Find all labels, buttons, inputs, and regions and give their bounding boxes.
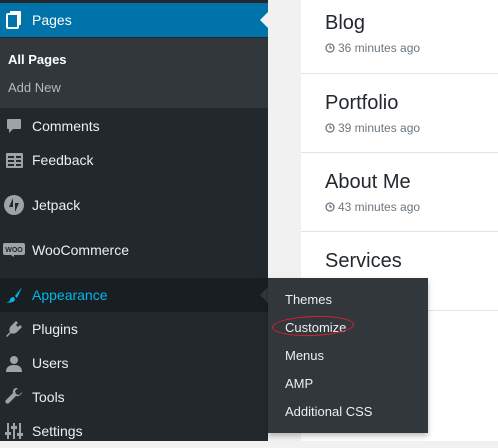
flyout-item-menus[interactable]: Menus xyxy=(285,348,324,363)
sidebar-item-label: WooCommerce xyxy=(32,242,129,258)
flyout-indicator xyxy=(260,287,268,303)
paintbrush-icon xyxy=(5,286,23,304)
clock-icon xyxy=(325,123,335,133)
sidebar-item-settings[interactable]: Settings xyxy=(0,414,268,448)
jetpack-icon xyxy=(4,195,24,215)
sidebar-item-label: Users xyxy=(32,355,69,371)
wrench-icon xyxy=(5,388,23,406)
flyout-item-amp[interactable]: AMP xyxy=(285,376,313,391)
sidebar-item-label: Pages xyxy=(32,12,72,28)
sidebar-item-tools[interactable]: Tools xyxy=(0,380,268,414)
current-indicator xyxy=(260,12,268,28)
sidebar-item-label: Tools xyxy=(32,389,65,405)
sidebar-item-label: Plugins xyxy=(32,321,78,337)
sidebar-item-appearance[interactable]: Appearance xyxy=(0,278,268,312)
post-time-text: 36 minutes ago xyxy=(338,41,421,55)
sidebar-item-woocommerce[interactable]: WOO WooCommerce xyxy=(0,233,268,267)
pages-submenu: All Pages Add New xyxy=(0,38,268,108)
woocommerce-icon: WOO xyxy=(3,241,25,259)
clock-icon xyxy=(325,43,335,53)
plugin-icon xyxy=(5,320,23,338)
sidebar-item-label: Comments xyxy=(32,118,100,134)
svg-text:WOO: WOO xyxy=(5,247,23,254)
sidebar-item-pages[interactable]: Pages xyxy=(0,3,268,37)
list-item[interactable]: Portfolio 39 minutes ago xyxy=(301,74,498,153)
flyout-item-additional-css[interactable]: Additional CSS xyxy=(285,404,372,419)
submenu-add-new[interactable]: Add New xyxy=(8,80,61,95)
sidebar-item-users[interactable]: Users xyxy=(0,346,268,380)
admin-sidebar: Pages All Pages Add New Comments Feedbac… xyxy=(0,0,268,441)
post-time: 43 minutes ago xyxy=(325,200,420,214)
sidebar-item-label: Settings xyxy=(32,423,83,439)
post-title[interactable]: About Me xyxy=(325,171,411,194)
submenu-all-pages[interactable]: All Pages xyxy=(8,52,67,67)
post-title[interactable]: Portfolio xyxy=(325,92,398,115)
sidebar-item-jetpack[interactable]: Jetpack xyxy=(0,188,268,222)
sidebar-item-feedback[interactable]: Feedback xyxy=(0,143,268,177)
settings-icon xyxy=(5,422,23,440)
post-time-text: 43 minutes ago xyxy=(338,200,421,214)
post-time: 39 minutes ago xyxy=(325,121,420,135)
sidebar-item-label: Feedback xyxy=(32,152,94,168)
sidebar-item-label: Appearance xyxy=(32,287,108,303)
list-item[interactable]: Blog 36 minutes ago xyxy=(301,0,498,74)
user-icon xyxy=(5,354,23,372)
comment-icon xyxy=(5,117,23,135)
post-time: 36 minutes ago xyxy=(325,41,420,55)
sidebar-item-comments[interactable]: Comments xyxy=(0,109,268,143)
sidebar-item-label: Jetpack xyxy=(32,197,81,213)
list-item[interactable]: About Me 43 minutes ago xyxy=(301,153,498,232)
appearance-flyout-menu: Themes Customize Menus AMP Additional CS… xyxy=(268,278,428,433)
pages-icon xyxy=(5,11,23,29)
flyout-item-themes[interactable]: Themes xyxy=(285,292,332,307)
clock-icon xyxy=(325,202,335,212)
post-time-text: 39 minutes ago xyxy=(338,121,421,135)
feedback-icon xyxy=(5,151,23,169)
post-title[interactable]: Blog xyxy=(325,12,365,35)
post-title[interactable]: Services xyxy=(325,250,402,273)
sidebar-item-plugins[interactable]: Plugins xyxy=(0,312,268,346)
